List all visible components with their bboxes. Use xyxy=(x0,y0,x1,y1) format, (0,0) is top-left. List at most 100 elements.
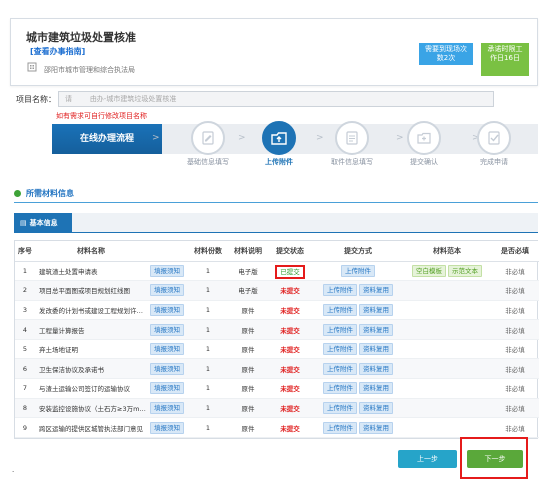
reuse-material-button[interactable]: 资料复用 xyxy=(359,421,394,434)
fill-instructions-button[interactable]: 填报须知 xyxy=(150,362,184,375)
reuse-material-button[interactable]: 资料复用 xyxy=(359,401,394,414)
note-cell: 填报须知 xyxy=(147,378,187,399)
reuse-material-button[interactable]: 资料复用 xyxy=(359,303,394,316)
upload-attachment-button[interactable]: 上传附件 xyxy=(322,284,357,297)
step-pickup-info: 取件信息填写 xyxy=(312,121,392,167)
material-spec: 电子版 xyxy=(229,280,267,301)
required-flag: 非必填 xyxy=(491,398,539,419)
project-name-value: 由办-城市建筑垃圾处置核准 xyxy=(89,95,177,103)
material-spec: 原件 xyxy=(229,398,267,419)
method-cell: 上传附件 资料复用 xyxy=(313,319,403,340)
row-no: 7 xyxy=(15,378,35,399)
material-count: 1 xyxy=(187,319,229,340)
material-name: 建筑渣土处置申请表 xyxy=(35,261,147,282)
required-flag: 非必填 xyxy=(491,417,539,438)
guide-link[interactable]: [查看办事指南] xyxy=(30,46,85,57)
col-header-note xyxy=(147,241,187,262)
status-badge: 未提交 xyxy=(280,306,300,315)
status-cell: 未提交 xyxy=(267,319,313,340)
upload-attachment-button[interactable]: 上传附件 xyxy=(322,401,357,414)
step-upload: 上传附件 xyxy=(239,121,319,167)
reuse-material-button[interactable]: 资料复用 xyxy=(359,362,394,375)
next-step-button[interactable]: 下一步 xyxy=(467,450,523,468)
fill-instructions-button[interactable]: 填报须知 xyxy=(150,264,184,277)
fill-instructions-button[interactable]: 填报须知 xyxy=(150,343,184,356)
sample-cell xyxy=(403,339,491,360)
note-cell: 填报须知 xyxy=(147,319,187,340)
tab-label: 基本信息 xyxy=(29,219,58,227)
upload-attachment-button[interactable]: 上传附件 xyxy=(322,421,357,434)
reuse-material-button[interactable]: 资料复用 xyxy=(359,284,394,297)
sample-cell xyxy=(403,378,491,399)
material-count: 1 xyxy=(187,378,229,399)
col-header-no: 序号 xyxy=(15,241,35,262)
upload-attachment-button[interactable]: 上传附件 xyxy=(322,303,357,316)
material-count: 1 xyxy=(187,398,229,419)
reuse-material-button[interactable]: 资料复用 xyxy=(359,323,394,336)
step-circle xyxy=(191,121,225,155)
step-confirm: 提交确认 xyxy=(384,121,464,167)
step-circle xyxy=(477,121,511,155)
upload-attachment-button[interactable]: 上传附件 xyxy=(341,264,375,277)
step-label: 基础信息填写 xyxy=(187,158,229,166)
reuse-material-button[interactable]: 资料复用 xyxy=(359,343,394,356)
sample-text-button[interactable]: 示范文本 xyxy=(448,264,483,277)
table-row: 8 安装监控设施协议（土石方≥3万m³） 填报须知 1 原件 未提交 上传附件 资料复用 非必… xyxy=(15,398,539,419)
upload-attachment-button[interactable]: 上传附件 xyxy=(322,343,357,356)
upload-attachment-button[interactable]: 上传附件 xyxy=(322,362,357,375)
document-icon: ▤ xyxy=(20,219,27,227)
time-limit-badge: 承诺时限工作日16日 xyxy=(481,43,529,76)
step-circle xyxy=(335,121,369,155)
col-header-status: 提交状态 xyxy=(267,241,313,262)
project-name-input[interactable]: 请 由办-城市建筑垃圾处置核准 xyxy=(58,91,494,107)
row-no: 6 xyxy=(15,358,35,380)
fill-instructions-button[interactable]: 填报须知 xyxy=(150,421,184,434)
department-name: 邵阳市城市管理和综合执法局 xyxy=(44,66,135,74)
tab-bar: ▤ 基本信息 xyxy=(14,213,538,233)
method-cell: 上传附件 资料复用 xyxy=(313,417,403,438)
prev-step-button[interactable]: 上一步 xyxy=(398,450,457,468)
note-cell: 填报须知 xyxy=(147,358,187,380)
material-spec: 电子版 xyxy=(229,261,267,282)
status-badge: 未提交 xyxy=(280,346,300,355)
service-title: 城市建筑垃圾处置核准 xyxy=(26,31,136,44)
step-label: 完成申请 xyxy=(480,158,508,166)
reuse-material-button[interactable]: 资料复用 xyxy=(359,382,394,395)
blank-template-button[interactable]: 空白模板 xyxy=(411,264,446,277)
fill-instructions-button[interactable]: 填报须知 xyxy=(150,401,184,414)
status-cell: 未提交 xyxy=(267,417,313,438)
material-spec: 原件 xyxy=(229,300,267,321)
tab-basic-info[interactable]: ▤ 基本信息 xyxy=(14,213,72,233)
step-label: 上传附件 xyxy=(265,158,293,166)
step-circle xyxy=(262,121,296,155)
row-no: 5 xyxy=(15,339,35,360)
table-row: 2 项目总平面图或项目规划红线图 填报须知 1 电子版 未提交 上传附件 资料复用 非必填 xyxy=(15,280,539,301)
row-no: 9 xyxy=(15,417,35,438)
col-header-name: 材料名称 xyxy=(35,241,147,262)
submit-icon xyxy=(417,132,431,144)
note-cell: 填报须知 xyxy=(147,398,187,419)
fill-instructions-button[interactable]: 填报须知 xyxy=(150,323,184,336)
method-cell: 上传附件 xyxy=(313,261,403,282)
fill-instructions-button[interactable]: 填报须知 xyxy=(150,382,184,395)
row-no: 4 xyxy=(15,319,35,340)
row-no: 1 xyxy=(15,261,35,282)
table-row: 7 与渣土运输公司签订的运输协议 填报须知 1 原件 未提交 上传附件 资料复用 非必填 xyxy=(15,378,539,399)
required-flag: 非必填 xyxy=(491,358,539,380)
upload-attachment-button[interactable]: 上传附件 xyxy=(322,323,357,336)
project-name-prefix: 请 xyxy=(65,95,72,103)
fill-instructions-button[interactable]: 填报须知 xyxy=(150,284,184,297)
status-cell: 未提交 xyxy=(267,339,313,360)
materials-section-header: 所需材料信息 xyxy=(14,187,538,203)
upload-attachment-button[interactable]: 上传附件 xyxy=(322,382,357,395)
note-cell: 填报须知 xyxy=(147,300,187,321)
method-cell: 上传附件 资料复用 xyxy=(313,339,403,360)
service-header-card: 城市建筑垃圾处置核准 [查看办事指南] 邵阳市城市管理和综合执法局 需要到现场次… xyxy=(10,18,538,86)
table-row: 6 卫生保洁协议及承诺书 填报须知 1 原件 未提交 上传附件 资料复用 非必填 xyxy=(15,358,539,380)
table-row: 3 发改委的计划书或建设工程规划许可证 填报须知 1 原件 未提交 上传附件 资料复用 非必填 xyxy=(15,300,539,321)
fill-instructions-button[interactable]: 填报须知 xyxy=(150,303,184,316)
required-flag: 非必填 xyxy=(491,378,539,399)
footer-dot: . xyxy=(12,466,15,474)
status-badge: 未提交 xyxy=(280,365,300,374)
status-cell: 未提交 xyxy=(267,378,313,399)
